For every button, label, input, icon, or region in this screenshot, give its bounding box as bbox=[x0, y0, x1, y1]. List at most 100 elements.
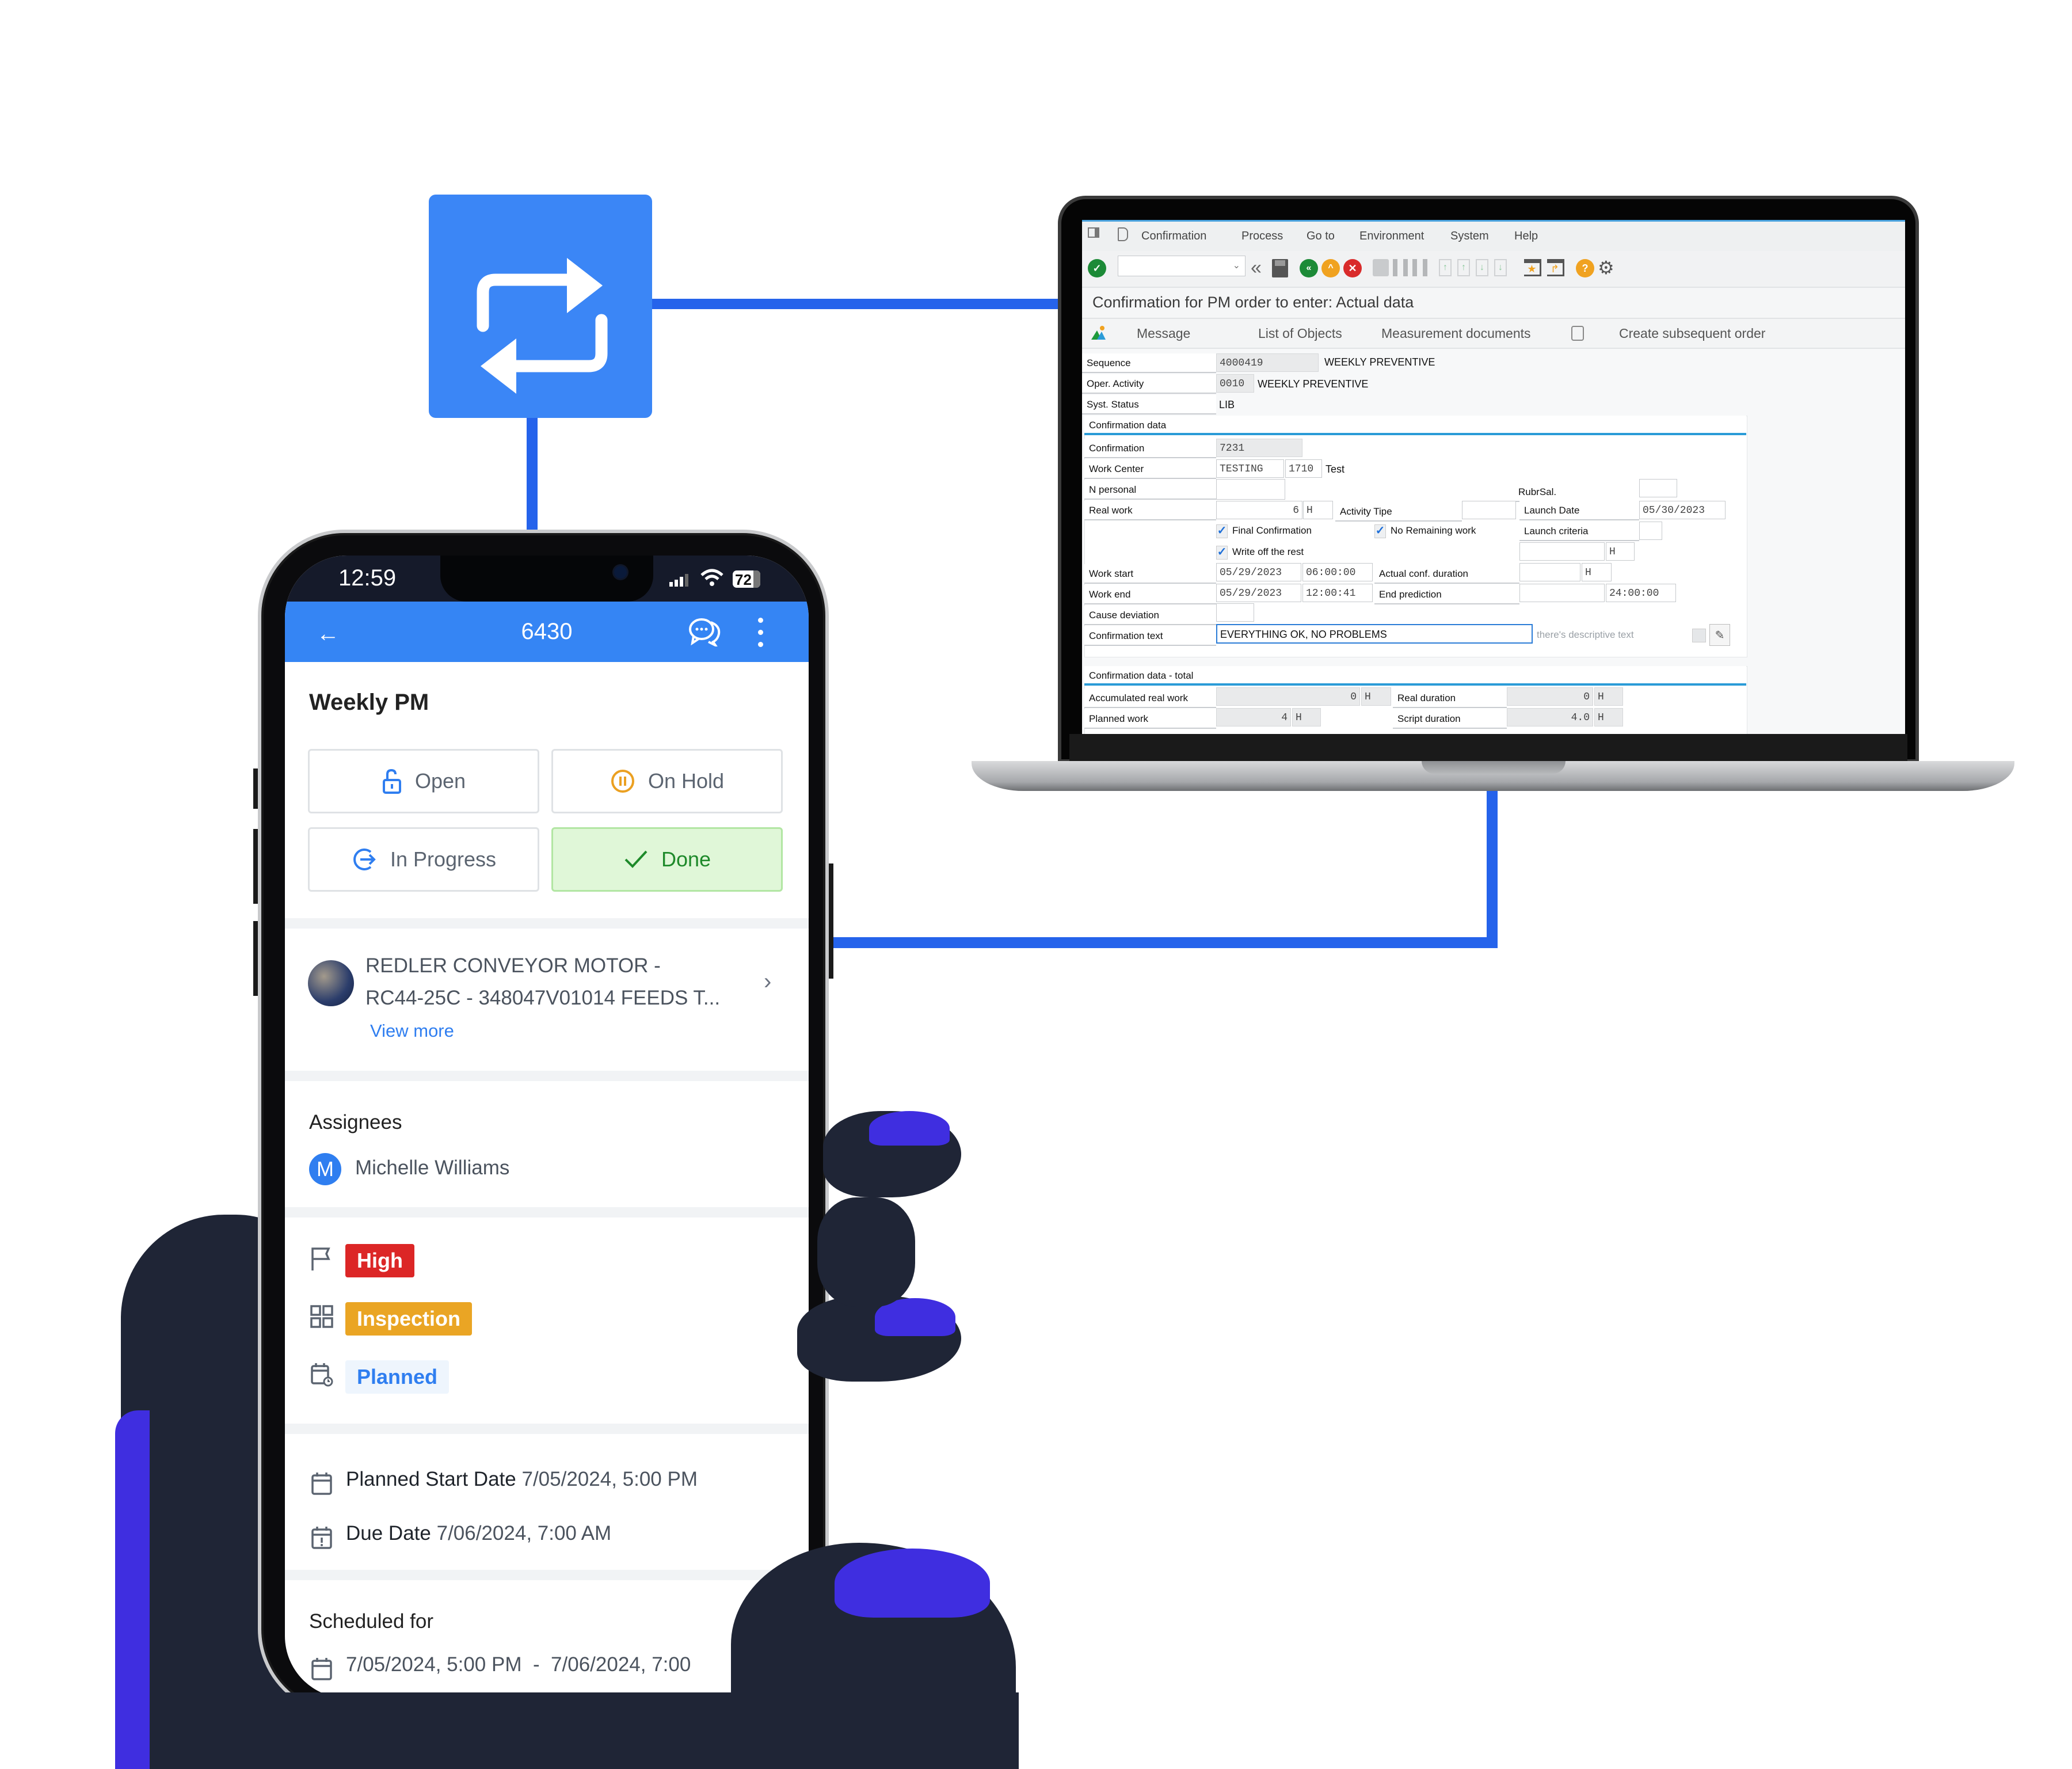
save-icon[interactable] bbox=[1272, 259, 1288, 277]
work-start-date-field[interactable]: 05/29/2023 bbox=[1216, 563, 1301, 581]
end-prediction-date-field[interactable] bbox=[1519, 584, 1605, 602]
menu-environment[interactable]: Environment bbox=[1359, 230, 1424, 243]
script-duration-label: Script duration bbox=[1393, 709, 1507, 729]
measurement-search-icon[interactable] bbox=[1571, 326, 1584, 341]
message-button[interactable]: Message bbox=[1137, 326, 1190, 341]
new-session-icon[interactable]: ★ bbox=[1524, 259, 1541, 276]
connector-laptop-down bbox=[1487, 789, 1498, 948]
write-off-rest-checkbox[interactable]: ✓ Write off the rest bbox=[1216, 543, 1304, 561]
actual-duration-field[interactable] bbox=[1519, 563, 1580, 581]
actual-duration-unit[interactable]: H bbox=[1582, 563, 1612, 581]
assignee-avatar: M bbox=[309, 1153, 341, 1185]
descriptive-text-checkbox[interactable] bbox=[1692, 629, 1706, 642]
menu-process[interactable]: Process bbox=[1241, 230, 1283, 243]
no-remaining-work-checkbox[interactable]: ✓ No Remaining work bbox=[1374, 522, 1476, 539]
planned-start-row: Planned Start Date 7/05/2024, 5:00 PM bbox=[346, 1468, 698, 1491]
work-center-field[interactable]: TESTING bbox=[1216, 459, 1284, 478]
menu-help[interactable]: Help bbox=[1514, 230, 1538, 243]
help-icon[interactable]: ? bbox=[1576, 259, 1594, 277]
no-remaining-work-label: No Remaining work bbox=[1391, 525, 1476, 536]
real-work-label: Real work bbox=[1084, 501, 1216, 520]
sap-system-menu-icon[interactable] bbox=[1118, 227, 1128, 241]
status-open-button[interactable]: Open bbox=[308, 749, 539, 813]
phone-volume-down bbox=[253, 921, 258, 996]
menu-confirmation[interactable]: Confirmation bbox=[1141, 230, 1206, 243]
more-options-icon[interactable] bbox=[758, 618, 765, 648]
edit-long-text-icon[interactable]: ✎ bbox=[1709, 624, 1730, 646]
chat-icon[interactable] bbox=[688, 617, 722, 649]
script-duration-unit: H bbox=[1594, 708, 1623, 726]
list-of-objects-button[interactable]: List of Objects bbox=[1258, 326, 1342, 341]
launch-date-field[interactable]: 05/30/2023 bbox=[1639, 501, 1726, 519]
section-divider bbox=[285, 1424, 809, 1434]
enter-check-icon[interactable]: ✓ bbox=[1088, 259, 1106, 277]
work-end-label: Work end bbox=[1084, 585, 1216, 604]
real-duration-label: Real duration bbox=[1393, 688, 1507, 708]
final-confirmation-checkbox[interactable]: ✓ Final Confirmation bbox=[1216, 522, 1312, 539]
next-page-icon[interactable]: ↓ bbox=[1476, 259, 1488, 276]
remaining-work-unit[interactable]: H bbox=[1606, 542, 1635, 561]
oper-activity-field: 0010 bbox=[1216, 374, 1254, 393]
rubrsal-field[interactable] bbox=[1639, 479, 1677, 497]
shortcut-icon[interactable]: ↱ bbox=[1547, 259, 1564, 276]
remaining-work-field[interactable] bbox=[1519, 542, 1605, 561]
planned-work-field: 4 bbox=[1216, 708, 1291, 726]
work-end-date-field[interactable]: 05/29/2023 bbox=[1216, 584, 1301, 602]
n-personal-label: N personal bbox=[1084, 480, 1216, 500]
back-icon[interactable]: « bbox=[1300, 259, 1318, 277]
chevron-right-icon[interactable]: › bbox=[764, 969, 771, 995]
settings-icon[interactable]: ⚙ bbox=[1598, 257, 1614, 279]
work-start-time-field[interactable]: 06:00:00 bbox=[1302, 563, 1373, 581]
cause-deviation-field[interactable] bbox=[1216, 603, 1254, 622]
last-page-icon[interactable]: ↓ bbox=[1494, 259, 1507, 276]
sequence-field: 4000419 bbox=[1216, 353, 1319, 372]
menu-go-to[interactable]: Go to bbox=[1307, 230, 1335, 243]
chevron-down-icon[interactable]: ⌄ bbox=[1233, 260, 1240, 271]
planned-work-unit: H bbox=[1292, 708, 1321, 726]
find-next-icon[interactable] bbox=[1412, 259, 1427, 276]
activity-type-field[interactable] bbox=[1462, 501, 1516, 519]
accumulated-real-work-unit: H bbox=[1361, 687, 1391, 706]
repeat-arrows-icon bbox=[477, 258, 608, 394]
descriptive-text-hint: there's descriptive text bbox=[1537, 629, 1634, 640]
previous-page-icon[interactable]: ↑ bbox=[1457, 259, 1470, 276]
measurement-documents-button[interactable]: Measurement documents bbox=[1381, 326, 1531, 341]
confirmation-text-field[interactable]: EVERYTHING OK, NO PROBLEMS bbox=[1216, 624, 1533, 644]
status-in-progress-button[interactable]: In Progress bbox=[308, 827, 539, 892]
sap-menu-toggle-icon[interactable] bbox=[1088, 227, 1099, 238]
system-status-label: Syst. Status bbox=[1082, 395, 1216, 414]
n-personal-field[interactable] bbox=[1216, 479, 1285, 500]
category-badge: Inspection bbox=[345, 1302, 473, 1336]
asset-row[interactable]: REDLER CONVEYOR MOTOR - RC44-25C - 34804… bbox=[285, 929, 809, 1061]
work-end-time-field[interactable]: 12:00:41 bbox=[1302, 584, 1373, 602]
command-field[interactable]: ⌄ bbox=[1118, 256, 1246, 276]
real-work-field[interactable]: 6 bbox=[1216, 501, 1302, 519]
confirmation-text-label: Confirmation text bbox=[1084, 626, 1216, 646]
camera-icon bbox=[614, 566, 627, 579]
find-icon[interactable] bbox=[1393, 259, 1408, 276]
print-icon[interactable] bbox=[1373, 259, 1389, 276]
status-done-button[interactable]: Done bbox=[551, 827, 783, 892]
due-date-row: Due Date 7/06/2024, 7:00 AM bbox=[346, 1522, 611, 1545]
cellular-signal-icon bbox=[669, 574, 692, 587]
launch-criteria-field[interactable] bbox=[1639, 522, 1662, 540]
cancel-icon[interactable]: ✕ bbox=[1343, 259, 1362, 277]
plant-field[interactable]: 1710 bbox=[1285, 459, 1322, 478]
back-double-arrow-icon[interactable]: « bbox=[1251, 257, 1262, 279]
create-subsequent-order-button[interactable]: Create subsequent order bbox=[1619, 326, 1765, 341]
first-page-icon[interactable]: ↑ bbox=[1439, 259, 1452, 276]
end-prediction-time-field[interactable]: 24:00:00 bbox=[1606, 584, 1676, 602]
real-work-unit[interactable]: H bbox=[1303, 501, 1333, 519]
dynamic-island bbox=[440, 556, 653, 602]
view-more-link[interactable]: View more bbox=[370, 1021, 454, 1041]
assignees-heading: Assignees bbox=[309, 1111, 402, 1133]
confirmation-field: 7231 bbox=[1216, 439, 1302, 457]
menu-system[interactable]: System bbox=[1450, 230, 1489, 243]
connector-sync-to-phone bbox=[527, 418, 538, 533]
rubrsal-label: RubrSal. bbox=[1514, 482, 1639, 502]
wifi-icon bbox=[700, 568, 723, 592]
exit-icon[interactable]: ^ bbox=[1321, 259, 1340, 277]
check-icon bbox=[624, 850, 648, 868]
scheduled-range: 7/05/2024, 5:00 PM - 7/06/2024, 7:00 bbox=[346, 1653, 691, 1676]
status-on-hold-button[interactable]: On Hold bbox=[551, 749, 783, 813]
